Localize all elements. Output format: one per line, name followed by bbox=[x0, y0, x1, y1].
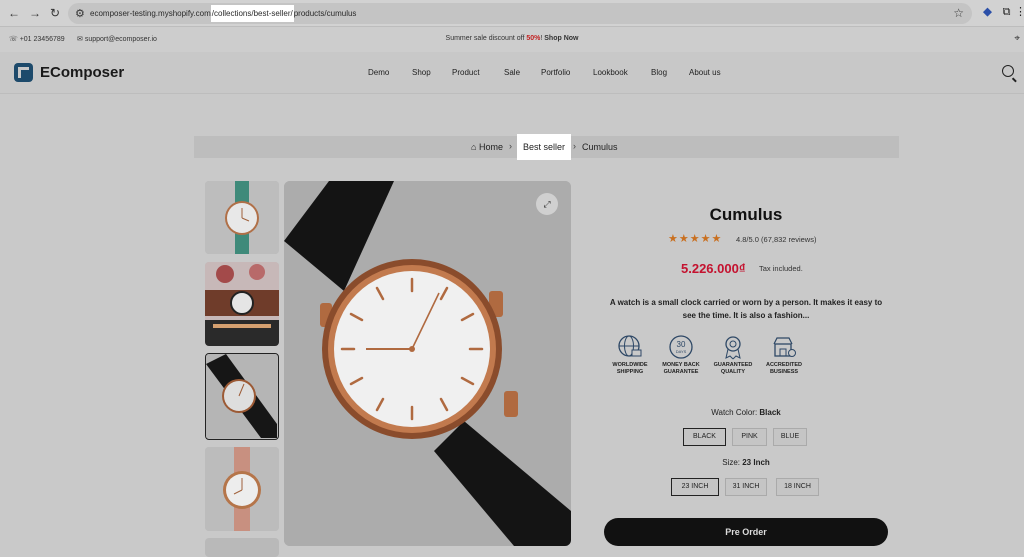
breadcrumb-best-seller[interactable]: Best seller bbox=[517, 134, 572, 160]
home-icon: ⌂ bbox=[471, 142, 477, 152]
shop-now-link[interactable]: Shop Now bbox=[544, 35, 578, 42]
nav-sale[interactable]: Sale bbox=[504, 68, 520, 77]
extension-icon[interactable]: ◆ bbox=[981, 6, 994, 19]
svg-text:DAYS: DAYS bbox=[676, 349, 687, 354]
quality-medal-icon bbox=[725, 336, 741, 360]
breadcrumb: ⌂ Home › Best seller › Cumulus bbox=[194, 134, 899, 160]
rating-stars-icon: ★★★★★ bbox=[668, 233, 723, 245]
url-text: ecomposer-testing.myshopify.com/collecti… bbox=[90, 3, 356, 24]
chevron-right-icon: › bbox=[573, 141, 576, 151]
search-icon[interactable] bbox=[1002, 65, 1014, 77]
globe-truck-icon bbox=[618, 335, 642, 357]
feature-money-back: 30 DAYS MONEY BACK GUARANTEE bbox=[656, 334, 706, 376]
promo-text: Summer sale discount off 50%! Shop Now bbox=[445, 35, 579, 42]
watch-thumbnail-image bbox=[206, 354, 277, 438]
site-header: EComposer Demo Shop Product Sale Portfol… bbox=[0, 52, 1024, 94]
extensions-puzzle-icon[interactable]: ⧉ bbox=[1000, 6, 1013, 19]
rating-text[interactable]: 4.8/5.0 (67,832 reviews) bbox=[736, 235, 816, 244]
size-option-label: Size: 23 Inch bbox=[722, 458, 770, 467]
product-price: 5.226.000₫ bbox=[681, 261, 746, 276]
accredited-store-icon bbox=[773, 337, 796, 357]
feature-guaranteed-quality: GUARANTEED QUALITY bbox=[708, 334, 758, 376]
nav-lookbook[interactable]: Lookbook bbox=[593, 68, 628, 77]
bookmark-star-icon[interactable]: ☆ bbox=[953, 6, 964, 20]
location-pin-icon[interactable]: ⌖ bbox=[1014, 33, 1020, 44]
watch-thumbnail-image bbox=[205, 262, 279, 346]
watch-thumbnail-image bbox=[205, 447, 279, 531]
logo-text[interactable]: EComposer bbox=[40, 64, 124, 81]
feature-worldwide-shipping: WORLDWIDE SHIPPING bbox=[605, 334, 655, 376]
size-31-inch-button[interactable]: 31 INCH bbox=[725, 478, 767, 496]
thumbnail-1[interactable] bbox=[205, 181, 279, 254]
breadcrumb-home[interactable]: ⌂ Home bbox=[471, 142, 503, 152]
color-black-button[interactable]: BLACK bbox=[683, 428, 726, 446]
site-info-icon[interactable]: ⚙ bbox=[75, 7, 85, 20]
size-23-inch-button[interactable]: 23 INCH bbox=[671, 478, 719, 496]
forward-arrow-icon[interactable]: → bbox=[28, 6, 42, 20]
size-18-inch-button[interactable]: 18 INCH bbox=[776, 478, 819, 496]
tax-note: Tax included. bbox=[759, 264, 803, 273]
watch-main-image bbox=[284, 181, 571, 546]
nav-product[interactable]: Product bbox=[452, 68, 480, 77]
browser-toolbar: ← → ↻ ⚙ ecomposer-testing.myshopify.com/… bbox=[0, 0, 1024, 27]
logo-icon[interactable] bbox=[14, 63, 33, 82]
money-back-30-days-icon: 30 DAYS bbox=[669, 335, 693, 359]
reload-icon[interactable]: ↻ bbox=[48, 6, 62, 20]
thumbnail-2[interactable] bbox=[205, 262, 279, 346]
back-arrow-icon[interactable]: ← bbox=[7, 6, 21, 20]
expand-icon[interactable]: ⤢ bbox=[536, 193, 558, 215]
main-product-image[interactable] bbox=[284, 181, 571, 546]
color-blue-button[interactable]: BLUE bbox=[773, 428, 807, 446]
nav-portfolio[interactable]: Portfolio bbox=[541, 68, 570, 77]
product-description: A watch is a small clock carried or worn… bbox=[609, 298, 883, 320]
thumbnail-5[interactable] bbox=[205, 538, 279, 557]
breadcrumb-current: Cumulus bbox=[582, 142, 618, 152]
menu-kebab-icon[interactable]: ⋮ bbox=[1014, 6, 1024, 19]
nav-about-us[interactable]: About us bbox=[689, 68, 721, 77]
thumbnail-4[interactable] bbox=[205, 447, 279, 531]
nav-shop[interactable]: Shop bbox=[412, 68, 431, 77]
url-highlight: /collections/best-seller/ bbox=[210, 5, 294, 22]
thumbnail-3-selected[interactable] bbox=[205, 353, 279, 440]
pre-order-button[interactable]: Pre Order bbox=[604, 518, 888, 546]
feature-accredited-business: ACCREDITED BUSINESS bbox=[759, 334, 809, 376]
color-option-label: Watch Color: Black bbox=[711, 408, 781, 417]
nav-demo[interactable]: Demo bbox=[368, 68, 389, 77]
nav-blog[interactable]: Blog bbox=[651, 68, 667, 77]
product-title: Cumulus bbox=[709, 205, 783, 224]
announcement-bar: ☏ +01 23456789 ✉ support@ecomposer.io Su… bbox=[0, 27, 1024, 52]
color-pink-button[interactable]: PINK bbox=[732, 428, 767, 446]
svg-text:30: 30 bbox=[677, 340, 686, 349]
watch-thumbnail-image bbox=[205, 181, 279, 254]
address-bar[interactable]: ⚙ ecomposer-testing.myshopify.com/collec… bbox=[68, 3, 972, 24]
chevron-right-icon: › bbox=[509, 141, 512, 151]
